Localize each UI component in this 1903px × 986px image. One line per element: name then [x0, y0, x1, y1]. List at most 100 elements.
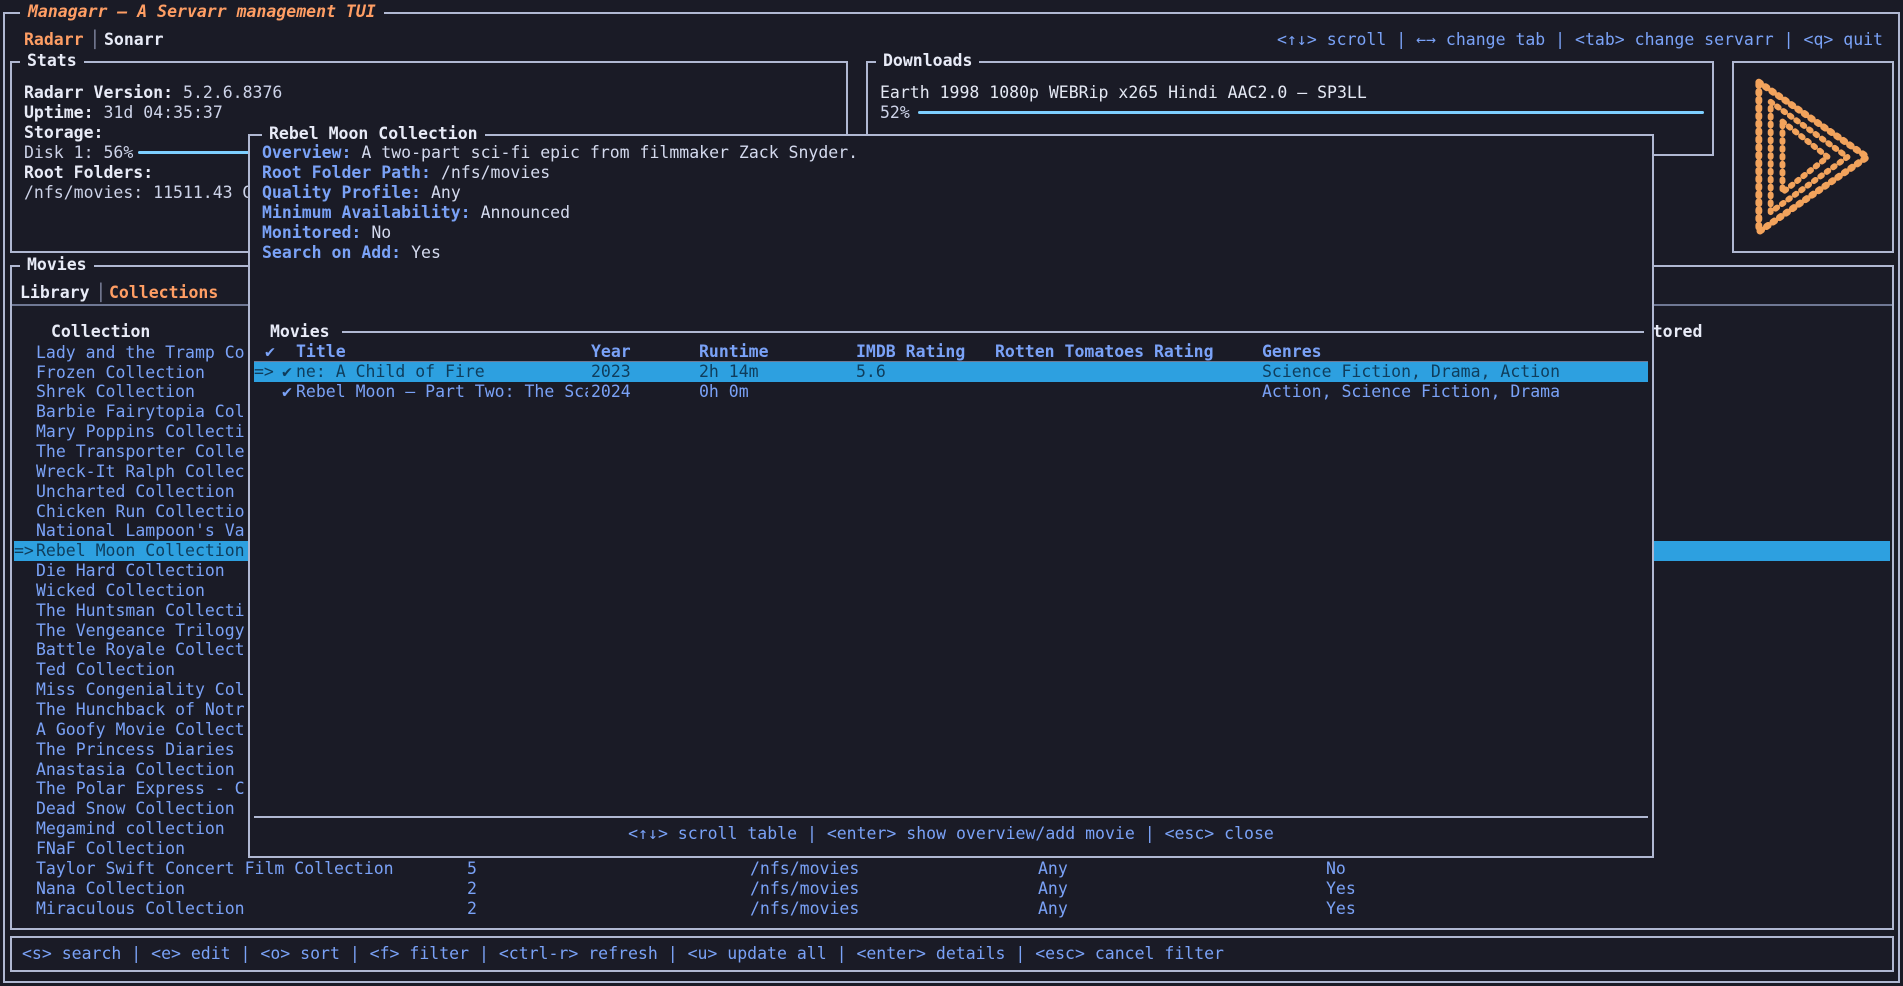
- cell-collection-name: The Polar Express - C: [36, 779, 245, 799]
- cell-movie-count: 2: [467, 899, 477, 919]
- minimum-availability-field: Minimum Availability: Announced: [262, 203, 570, 223]
- cell-quality-profile: Any: [1038, 899, 1068, 919]
- minimum-availability-value: Announced: [481, 203, 570, 222]
- cell-year: 2023: [591, 362, 631, 382]
- movie-row[interactable]: ✔Rebel Moon — Part Two: The Scar2024 0h 0…: [254, 382, 1648, 402]
- cell-collection-name: Miraculous Collection: [36, 899, 245, 919]
- cell-collection-name: Barbie Fairytopia Col: [36, 402, 245, 422]
- modal-title: Rebel Moon Collection: [262, 124, 485, 144]
- root-folders-label: Root Folders:: [24, 163, 153, 183]
- stats-panel-title: Stats: [20, 51, 84, 71]
- cell-collection-name: Miss Congeniality Col: [36, 680, 245, 700]
- cell-collection-name: Shrek Collection: [36, 382, 195, 402]
- root-folder-field: Root Folder Path:/nfs/movies: [262, 163, 550, 183]
- movies-table-header-row: ✔ Title Year Runtime IMDB Rating Rotten …: [254, 342, 1648, 362]
- tab-collections[interactable]: Collections: [109, 283, 218, 303]
- cell-row-marker: =>: [254, 362, 274, 382]
- cell-collection-name: Lady and the Tramp Co: [36, 343, 245, 363]
- movies-table-title-line: [342, 331, 1644, 333]
- cell-root-folder: /nfs/movies: [750, 859, 859, 879]
- cell-quality-profile: Any: [1038, 879, 1068, 899]
- movie-row[interactable]: => ✔ne: A Child of Fire2023 2h 14m 5.6 Scien…: [254, 362, 1648, 382]
- uptime-label: Uptime:: [24, 103, 94, 122]
- header-imdb-rating: IMDB Rating: [856, 342, 965, 362]
- servarr-tab-separator: │: [90, 30, 100, 50]
- cell-imdb-rating: 5.6: [856, 362, 886, 382]
- header-title: Title: [296, 342, 346, 362]
- header-runtime: Runtime: [699, 342, 769, 362]
- tab-library[interactable]: Library: [20, 283, 90, 303]
- cell-quality-profile: Any: [1038, 859, 1068, 879]
- root-folder-label: Root Folder Path:: [262, 163, 431, 182]
- modal-footer-separator: [254, 816, 1648, 818]
- header-genres: Genres: [1262, 342, 1322, 362]
- collection-row[interactable]: Taylor Swift Concert Film Collection5/nf…: [14, 859, 1890, 879]
- overview-label: Overview:: [262, 143, 351, 162]
- cell-collection-name: Frozen Collection: [36, 363, 205, 383]
- cell-collection-name: The Vengeance Trilogy: [36, 621, 245, 641]
- cell-row-marker: =>: [14, 541, 34, 561]
- download-progress-gauge: [918, 111, 1704, 114]
- collection-row[interactable]: Miraculous Collection 2/nfs/movies Any Yes: [14, 899, 1890, 919]
- cell-movie-count: 5: [467, 859, 477, 879]
- quality-profile-value: Any: [431, 183, 461, 202]
- radarr-version-value: 5.2.6.8376: [183, 83, 282, 102]
- cell-monitored-flag: Yes: [1326, 899, 1356, 919]
- cell-movie-title: ne: A Child of Fire: [296, 362, 588, 382]
- cell-collection-name: Anastasia Collection: [36, 760, 235, 780]
- logo-panel: [1732, 61, 1894, 253]
- cell-monitored-flag: Yes: [1326, 879, 1356, 899]
- cell-collection-name: Nana Collection: [36, 879, 185, 899]
- monitored-field: Monitored: No: [262, 223, 391, 243]
- radarr-version: Radarr Version:5.2.6.8376: [24, 83, 282, 103]
- uptime-value: 31d 04:35:37: [104, 103, 223, 122]
- cell-monitored-flag: No: [1326, 859, 1346, 879]
- cell-genres: Science Fiction, Drama, Action: [1262, 362, 1560, 382]
- monitored-label: Monitored:: [262, 223, 361, 242]
- cell-runtime: 0h 0m: [699, 382, 749, 402]
- cell-collection-name: The Hunchback of Notr: [36, 700, 245, 720]
- monitored-value: No: [371, 223, 391, 242]
- cell-collection-name: Die Hard Collection: [36, 561, 225, 581]
- minimum-availability-label: Minimum Availability:: [262, 203, 471, 222]
- cell-collection-name: The Huntsman Collecti: [36, 601, 245, 621]
- search-on-add-label: Search on Add:: [262, 243, 401, 262]
- storage-label: Storage:: [24, 123, 103, 143]
- footer-keybindings: <s> search | <e> edit | <o> sort | <f> f…: [22, 944, 1224, 964]
- overview-field: Overview:A two-part sci-fi epic from fil…: [262, 143, 858, 163]
- cell-check-icon: ✔: [282, 362, 292, 382]
- root-folder-size: /nfs/movies: 11511.43 GB: [24, 183, 262, 203]
- managarr-logo-icon: [1749, 77, 1877, 237]
- column-header-collection: Collection: [51, 322, 150, 342]
- movies-table-title: Movies: [270, 322, 330, 342]
- top-keybindings: <↑↓> scroll | ←→ change tab | <tab> chan…: [1277, 30, 1883, 50]
- cell-collection-name: Battle Royale Collect: [36, 640, 245, 660]
- cell-collection-name: Dead Snow Collection: [36, 799, 235, 819]
- cell-collection-name: Chicken Run Collectio: [36, 502, 245, 522]
- cell-runtime: 2h 14m: [699, 362, 759, 382]
- tab-radarr[interactable]: Radarr: [24, 30, 84, 50]
- app-title: Managarr — A Servarr management TUI: [20, 2, 384, 22]
- cell-collection-name: Megamind collection: [36, 819, 225, 839]
- cell-collection-name: Uncharted Collection: [36, 482, 235, 502]
- cell-genres: Action, Science Fiction, Drama: [1262, 382, 1560, 402]
- cell-movie-count: 2: [467, 879, 477, 899]
- cell-check-icon: ✔: [282, 382, 292, 402]
- cell-collection-name: Mary Poppins Collecti: [36, 422, 245, 442]
- tab-sonarr[interactable]: Sonarr: [104, 30, 164, 50]
- cell-collection-name: National Lampoon's Va: [36, 521, 245, 541]
- cell-collection-name: The Princess Diaries: [36, 740, 235, 760]
- cell-movie-title: Rebel Moon — Part Two: The Scar: [296, 382, 588, 402]
- cell-collection-name: A Goofy Movie Collect: [36, 720, 245, 740]
- cell-year: 2024: [591, 382, 631, 402]
- cell-root-folder: /nfs/movies: [750, 899, 859, 919]
- cell-root-folder: /nfs/movies: [750, 879, 859, 899]
- movies-panel-title: Movies: [20, 255, 94, 275]
- collection-row[interactable]: Nana Collection 2/nfs/movies Any Yes: [14, 879, 1890, 899]
- cell-collection-name: Wicked Collection: [36, 581, 205, 601]
- cell-collection-name: Ted Collection: [36, 660, 175, 680]
- downloads-panel-title: Downloads: [876, 51, 979, 71]
- download-percent-label: 52%: [880, 103, 910, 123]
- collection-details-modal: Rebel Moon Collection Overview:A two-par…: [248, 134, 1654, 858]
- footer-bar: <s> search | <e> edit | <o> sort | <f> f…: [10, 936, 1894, 972]
